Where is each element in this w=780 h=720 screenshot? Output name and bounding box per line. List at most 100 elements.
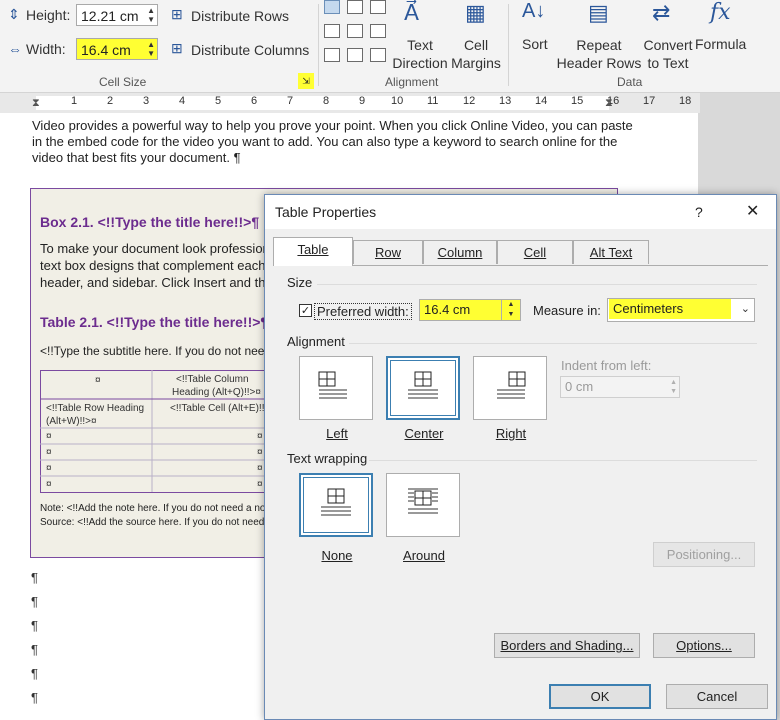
- indent-spinner[interactable]: ▲ ▼: [670, 378, 677, 396]
- positioning-button[interactable]: Positioning...: [653, 542, 755, 567]
- tab-alt-text[interactable]: Alt Text: [573, 240, 649, 264]
- text-direction-button[interactable]: Text Direction: [392, 36, 448, 72]
- ribbon-separator: [508, 4, 509, 86]
- indent-from-left-input[interactable]: 0 cm ▲ ▼: [560, 376, 680, 398]
- paragraph-mark: ¶: [31, 642, 38, 657]
- cancel-button[interactable]: Cancel: [666, 684, 768, 709]
- align-bottom-right-button[interactable]: [370, 48, 386, 62]
- table-column-heading-1: <!!Table Column: [176, 374, 249, 385]
- paragraph-mark: ¶: [31, 618, 38, 633]
- box-body-line-1: To make your document look profession: [40, 241, 270, 256]
- repeat-header-rows-icon: ▤: [588, 0, 609, 25]
- table-source: Source: <!!Add the source here. If you d…: [40, 517, 281, 528]
- convert-to-text-button[interactable]: Convert to Text: [642, 36, 694, 72]
- width-spinner[interactable]: ▲ ▼: [147, 40, 155, 58]
- size-section-title: Size: [287, 275, 313, 290]
- ruler-tick-label: 10: [391, 95, 404, 107]
- box-body-line-2: text box designs that complement each: [40, 258, 266, 273]
- help-button[interactable]: ?: [695, 204, 703, 220]
- width-value: 16.4 cm: [81, 42, 131, 58]
- table-column-heading-2: Heading (Alt+Q)!!>¤: [172, 387, 261, 398]
- tab-cell-label: Cell: [523, 245, 547, 260]
- right-indent-marker-icon[interactable]: ⧗: [605, 97, 613, 110]
- ruler-tick-label: 6: [251, 95, 258, 107]
- cell-margins-button[interactable]: Cell Margins: [450, 36, 502, 72]
- size-section-divider: [317, 284, 757, 285]
- align-middle-center-button[interactable]: [347, 24, 363, 38]
- tab-column[interactable]: Column: [423, 240, 497, 264]
- table-row-heading-2: (Alt+W)!!>¤: [46, 416, 97, 427]
- ruler-tick-label: 1: [71, 95, 78, 107]
- tab-row[interactable]: Row: [353, 240, 423, 264]
- distribute-columns-icon: ⊞: [171, 40, 183, 56]
- ruler-tick-label: 15: [571, 95, 584, 107]
- align-middle-right-button[interactable]: [370, 24, 386, 38]
- ruler-tick-label: 12: [463, 95, 476, 107]
- align-top-center-button[interactable]: [347, 0, 363, 14]
- align-top-left-button[interactable]: [324, 0, 340, 14]
- intro-line-1: Video provides a powerful way to help yo…: [32, 118, 633, 133]
- cell-size-group-label: Cell Size: [99, 75, 147, 89]
- formula-button[interactable]: Formula: [695, 36, 746, 52]
- text-direction-label-1: Text: [407, 37, 433, 53]
- align-center-icon: [408, 371, 438, 399]
- align-bottom-left-button[interactable]: [324, 48, 340, 62]
- preferred-width-spinner[interactable]: ▲ ▼: [501, 300, 520, 320]
- dialog-titlebar[interactable]: Table Properties ? ✕: [265, 195, 776, 229]
- height-icon: ⇕: [8, 6, 20, 22]
- repeat-header-rows-button[interactable]: Repeat Header Rows: [556, 36, 642, 72]
- measure-in-value: Centimeters: [613, 301, 684, 316]
- width-input[interactable]: 16.4 cm ▲ ▼: [76, 38, 158, 60]
- tab-row-label: Row: [374, 245, 401, 260]
- align-right-icon: [497, 371, 526, 399]
- paragraph-mark: ¶: [31, 690, 38, 705]
- tab-table[interactable]: Table: [273, 237, 353, 266]
- convert-label-1: Convert: [643, 37, 693, 53]
- height-spinner[interactable]: ▲ ▼: [147, 6, 155, 24]
- table-properties-dialog: Table Properties ? ✕ Table Row Column Ce…: [264, 194, 777, 720]
- left-indent-marker-icon[interactable]: ⧗: [32, 97, 40, 110]
- ruler-tick-label: 4: [179, 95, 186, 107]
- tab-cell[interactable]: Cell: [497, 240, 573, 264]
- wrapping-none-label: None: [321, 548, 353, 563]
- wrapping-around-label: Around: [403, 548, 445, 563]
- preferred-width-checkbox[interactable]: ✓: [299, 304, 312, 317]
- paragraph-mark: ¶: [31, 666, 38, 681]
- ruler-tick-label: 9: [359, 95, 366, 107]
- cell-margins-label-2: Margins: [451, 55, 501, 71]
- align-bottom-center-button[interactable]: [347, 48, 363, 62]
- text-wrapping-section-divider: [369, 460, 757, 461]
- align-left-icon: [318, 371, 347, 399]
- table-corner-cell: ¤: [95, 375, 101, 386]
- distribute-rows-button[interactable]: Distribute Rows: [191, 8, 289, 24]
- close-button[interactable]: ✕: [746, 201, 759, 221]
- measure-in-value-highlight: Centimeters: [609, 299, 731, 319]
- convert-label-2: to Text: [647, 55, 689, 71]
- measure-in-select[interactable]: Centimeters ⌄: [607, 298, 755, 322]
- height-input[interactable]: 12.21 cm ▲ ▼: [76, 4, 158, 26]
- ruler: 1 2 3 4 5 6 7 8 9 10 11 12 13 14 15 16 17 18 ⧗ ⧗: [0, 93, 700, 113]
- table-title: Table 2.1. <!!Type the title here!!>¶: [40, 314, 269, 330]
- alignment-section-title: Alignment: [287, 334, 345, 349]
- sort-button[interactable]: Sort: [522, 36, 548, 52]
- distribute-columns-button[interactable]: Distribute Columns: [191, 42, 309, 58]
- intro-line-2: in the embed code for the video you want…: [32, 134, 618, 149]
- table-cell-mark: ¤: [257, 431, 263, 442]
- text-wrapping-section-title: Text wrapping: [287, 451, 368, 466]
- repeat-header-label-1: Repeat: [576, 37, 622, 53]
- ok-button[interactable]: OK: [549, 684, 651, 709]
- width-icon: ⇔: [8, 41, 22, 57]
- tab-table-label: Table: [297, 242, 329, 257]
- table-cell: <!!Table Cell (Alt+E)!!>¤: [170, 403, 276, 414]
- table-cell-mark: ¤: [46, 479, 52, 490]
- chevron-down-icon: ⌄: [740, 303, 750, 315]
- borders-and-shading-button[interactable]: Borders and Shading...: [494, 633, 640, 658]
- options-button[interactable]: Options...: [653, 633, 755, 658]
- ruler-tick-label: 8: [323, 95, 330, 107]
- align-middle-left-button[interactable]: [324, 24, 340, 38]
- cell-size-launcher-icon[interactable]: ⇲: [298, 73, 314, 89]
- table-cell-mark: ¤: [257, 479, 263, 490]
- convert-to-text-icon: ⇄: [652, 0, 671, 25]
- align-top-right-button[interactable]: [370, 0, 386, 14]
- alignment-section-divider: [349, 343, 757, 344]
